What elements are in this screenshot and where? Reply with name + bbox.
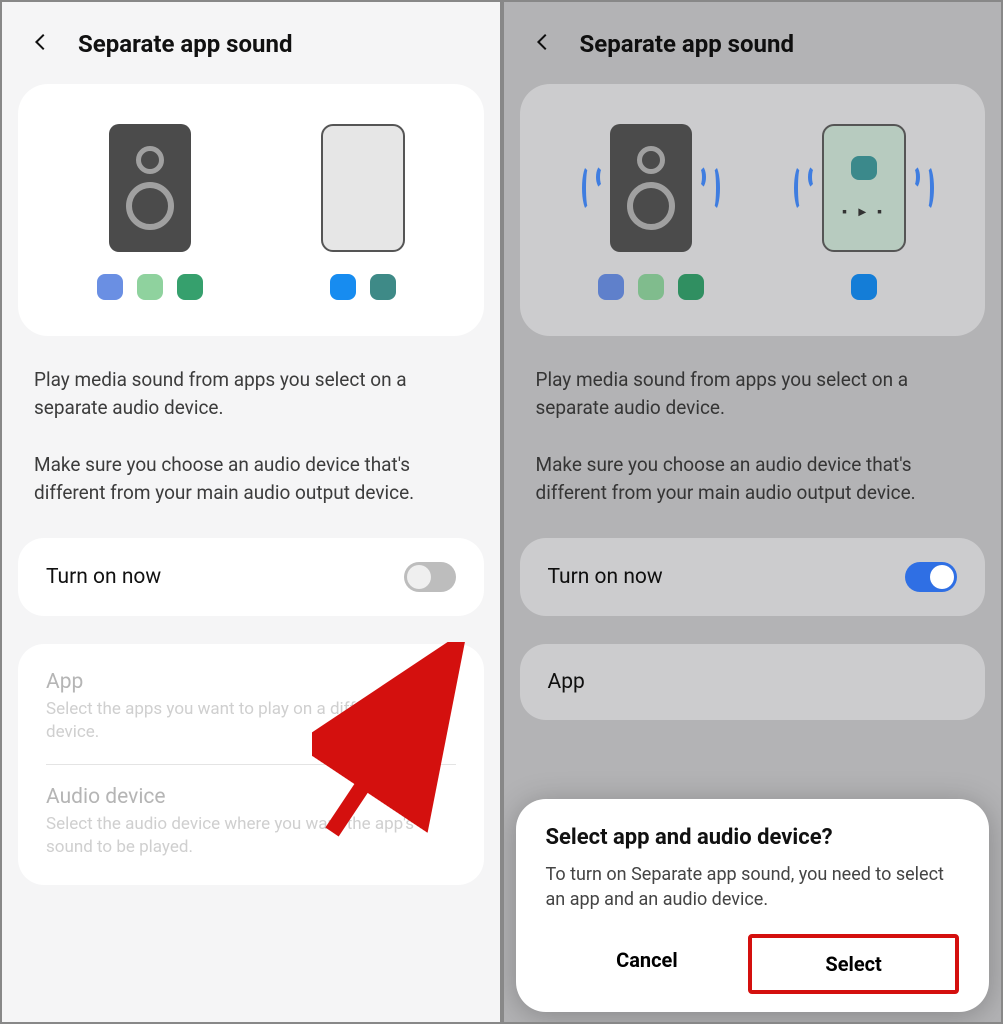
back-icon[interactable]: [30, 31, 52, 57]
audio-device-row: Audio device Select the audio device whe…: [46, 764, 456, 879]
phone-device-icon: ▪ ▸ ▪: [822, 124, 906, 252]
page-title: Separate app sound: [580, 30, 794, 58]
sound-wave-icon: [582, 165, 610, 211]
page-title: Separate app sound: [78, 30, 292, 58]
turn-on-now-toggle[interactable]: [905, 562, 957, 592]
turn-on-now-row[interactable]: Turn on now: [520, 538, 986, 616]
phone-app-dots: [851, 274, 877, 300]
dialog-body: To turn on Separate app sound, you need …: [546, 862, 960, 912]
sound-wave-icon: [794, 165, 822, 211]
speaker-icon: [109, 124, 191, 252]
sound-wave-icon: [906, 165, 934, 211]
settings-list: App Select the apps you want to play on …: [18, 644, 484, 885]
speaker-app-dots: [97, 274, 203, 300]
phone-device-icon: [321, 124, 405, 252]
audio-device-row-subtitle: Select the audio device where you want t…: [46, 813, 456, 859]
header: Separate app sound: [2, 2, 500, 76]
illustration-card: [18, 84, 484, 336]
sound-wave-icon: [692, 165, 720, 211]
description-line-1: Play media sound from apps you select on…: [2, 358, 500, 429]
turn-on-now-row[interactable]: Turn on now: [18, 538, 484, 616]
illustration-card: ▪ ▸ ▪: [520, 84, 986, 336]
app-row: App Select the apps you want to play on …: [46, 650, 456, 764]
back-icon[interactable]: [532, 31, 554, 57]
turn-on-now-label: Turn on now: [46, 565, 161, 589]
dialog-title: Select app and audio device?: [546, 825, 960, 850]
header: Separate app sound: [504, 2, 1002, 76]
cancel-button[interactable]: Cancel: [546, 934, 749, 994]
phone-app-dots: [330, 274, 396, 300]
description-line-1: Play media sound from apps you select on…: [504, 358, 1002, 429]
turn-on-now-toggle[interactable]: [404, 562, 456, 592]
app-row-title: App: [548, 670, 958, 694]
description-line-2: Make sure you choose an audio device tha…: [2, 443, 500, 514]
speaker-app-dots: [598, 274, 704, 300]
speaker-icon: [610, 124, 692, 252]
screenshot-left: Separate app sound: [0, 0, 502, 1024]
description-line-2: Make sure you choose an audio device tha…: [504, 443, 1002, 514]
settings-list: App: [520, 644, 986, 720]
app-row[interactable]: App: [548, 650, 958, 714]
turn-on-now-label: Turn on now: [548, 565, 663, 589]
select-dialog: Select app and audio device? To turn on …: [516, 799, 990, 1012]
select-button[interactable]: Select: [748, 934, 959, 994]
screenshot-right: Separate app sound: [502, 0, 1003, 1024]
app-row-title: App: [46, 670, 456, 694]
audio-device-row-title: Audio device: [46, 785, 456, 809]
app-row-subtitle: Select the apps you want to play on a di…: [46, 698, 456, 744]
